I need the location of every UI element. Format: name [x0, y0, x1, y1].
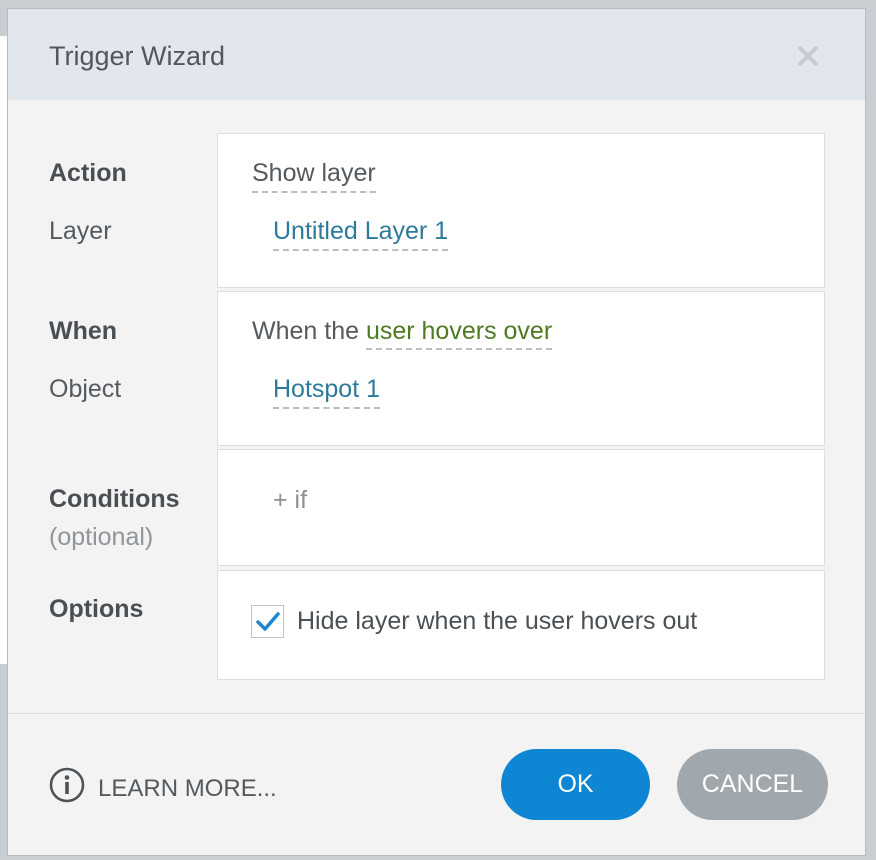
footer-divider	[8, 713, 865, 714]
action-label: Action	[49, 159, 127, 187]
cancel-button[interactable]: CANCEL	[677, 749, 828, 820]
conditions-panel: + if	[217, 449, 825, 566]
layer-dropdown[interactable]: Untitled Layer 1	[273, 217, 449, 251]
close-icon[interactable]	[795, 43, 821, 69]
conditions-label: Conditions	[49, 485, 180, 513]
hide-layer-checkbox[interactable]	[251, 605, 284, 638]
trigger-wizard-dialog: Trigger Wizard Action Layer Show layer U…	[7, 8, 866, 856]
layer-label: Layer	[49, 217, 112, 245]
object-dropdown[interactable]: Hotspot 1	[273, 375, 381, 409]
hide-layer-label[interactable]: Hide layer when the user hovers out	[297, 607, 697, 636]
action-dropdown[interactable]: Show layer	[252, 159, 376, 193]
info-icon[interactable]	[49, 767, 85, 803]
action-panel: Show layer Untitled Layer 1	[217, 133, 825, 288]
dialog-title: Trigger Wizard	[49, 41, 226, 71]
options-label: Options	[49, 595, 144, 623]
object-label: Object	[49, 375, 122, 403]
check-icon	[256, 612, 280, 631]
title-bar: Trigger Wizard	[8, 9, 865, 100]
add-condition-button[interactable]: + if	[273, 486, 307, 515]
options-panel: Hide layer when the user hovers out	[217, 570, 825, 680]
when-panel: When the user hovers over Hotspot 1	[217, 291, 825, 446]
learn-more-link[interactable]: LEARN MORE...	[98, 775, 277, 803]
conditions-sublabel: (optional)	[49, 523, 154, 551]
ok-button[interactable]: OK	[501, 749, 650, 820]
when-label: When	[49, 317, 118, 345]
when-prefix: When the	[252, 317, 366, 345]
event-dropdown[interactable]: user hovers over	[365, 317, 553, 350]
when-sentence: When the user hovers over	[252, 317, 553, 350]
